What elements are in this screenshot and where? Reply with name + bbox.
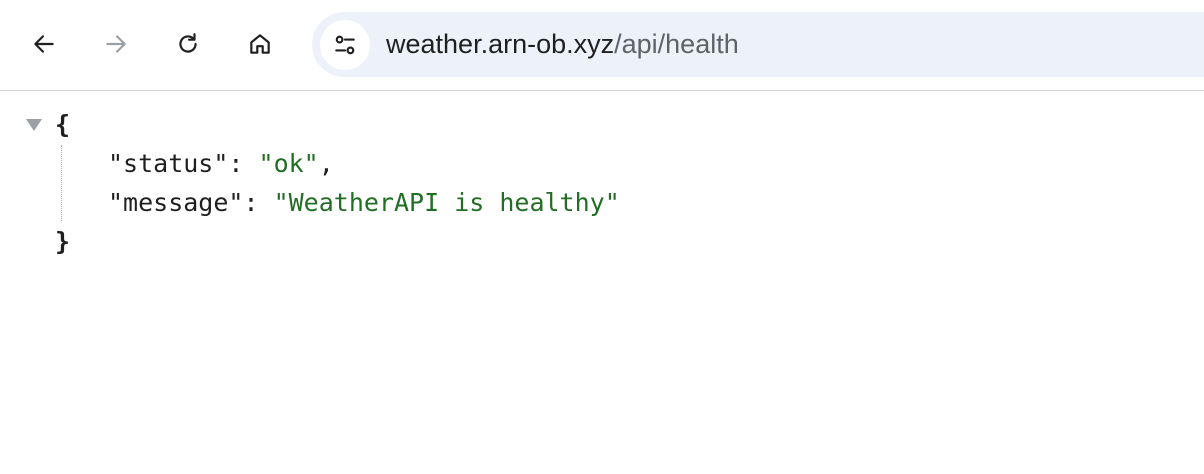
home-icon [250, 34, 270, 54]
home-button[interactable] [238, 22, 282, 66]
url-host: weather.arn-ob.xyz [386, 29, 615, 59]
json-separator: : [228, 149, 259, 178]
json-viewer: { "status": "ok", "message": "WeatherAPI… [0, 91, 1204, 474]
site-info-button[interactable] [320, 20, 370, 70]
json-string-value: "WeatherAPI is healthy" [273, 188, 620, 217]
url-path: /api/health [614, 29, 739, 59]
reload-icon [179, 33, 197, 53]
json-comma: , [318, 149, 334, 178]
json-key: "status" [108, 149, 229, 178]
triangle-down-icon[interactable] [26, 119, 42, 131]
json-entry-status: "status": "ok", [108, 144, 334, 183]
indent-guide [61, 145, 62, 221]
browser-toolbar: weather.arn-ob.xyz/api/health [0, 0, 1204, 91]
json-separator: : [243, 188, 274, 217]
json-close-brace: } [55, 227, 71, 256]
json-key: "message" [108, 188, 244, 217]
back-button[interactable] [22, 22, 66, 66]
arrow-left-icon [34, 35, 54, 53]
reload-button[interactable] [166, 22, 210, 66]
json-entry-message: "message": "WeatherAPI is healthy" [108, 183, 620, 222]
tune-icon [335, 35, 355, 55]
arrow-right-icon [106, 35, 126, 53]
address-bar[interactable]: weather.arn-ob.xyz/api/health [312, 12, 1204, 77]
url-text[interactable]: weather.arn-ob.xyz/api/health [386, 12, 739, 77]
json-open-brace: { [55, 110, 71, 139]
json-string-value: "ok" [258, 149, 319, 178]
forward-button[interactable] [94, 22, 138, 66]
